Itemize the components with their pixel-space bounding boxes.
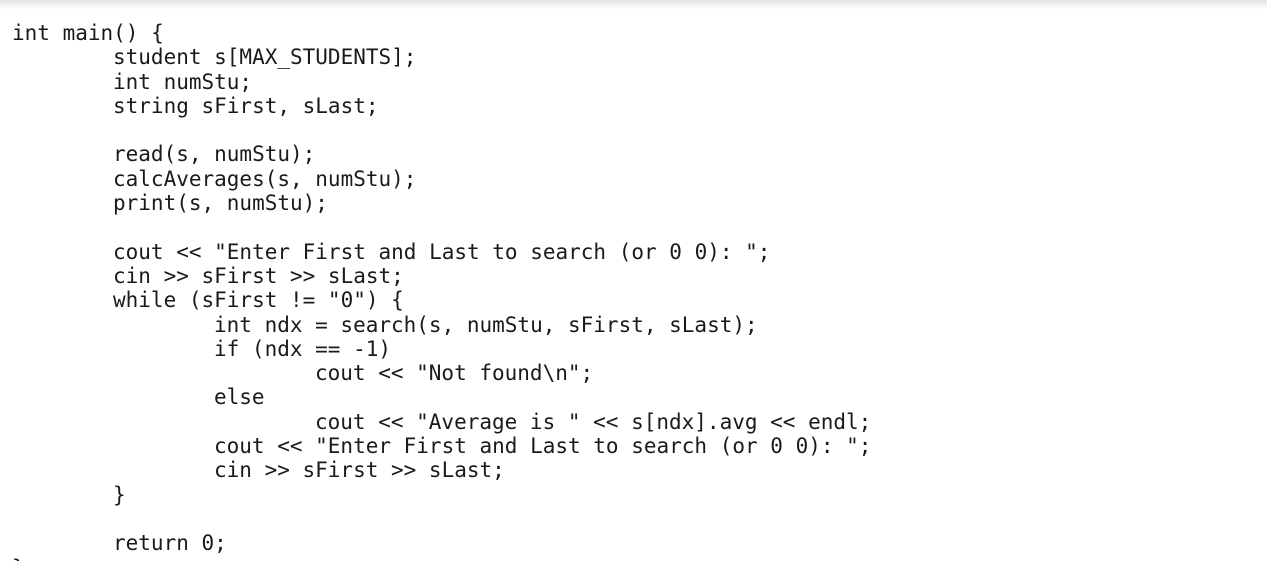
code-line-text: cout << "Average is " << s[ndx].avg << e… — [315, 409, 872, 434]
code-line: student s[MAX_STUDENTS]; — [0, 45, 1267, 69]
code-line-text: int main() { — [12, 21, 164, 45]
code-line: cin >> sFirst >> sLast; — [0, 458, 1267, 482]
code-line-text: } — [113, 482, 126, 507]
code-line-text: int numStu; — [113, 69, 253, 94]
code-line: cout << "Enter First and Last to search … — [0, 434, 1267, 458]
code-line-text: int ndx = search(s, numStu, sFirst, sLas… — [214, 312, 758, 337]
code-line: calcAverages(s, numStu); — [0, 167, 1267, 191]
code-viewer[interactable]: int main() {student s[MAX_STUDENTS]; int … — [0, 0, 1267, 561]
code-line: read(s, numStu); — [0, 142, 1267, 166]
code-listing[interactable]: int main() {student s[MAX_STUDENTS]; int … — [0, 0, 1267, 561]
code-line-text: string sFirst, sLast; — [113, 93, 379, 118]
code-line-text: else — [214, 385, 265, 410]
code-line: } — [0, 556, 1267, 561]
code-line: int main() { — [0, 21, 1267, 45]
code-line-text: while (sFirst != "0") { — [113, 288, 404, 313]
code-line: if (ndx == -1) — [0, 337, 1267, 361]
code-line-text: cin >> sFirst >> sLast; — [214, 458, 505, 483]
code-line-text: cout << "Not found\n"; — [315, 361, 594, 386]
code-line: return 0; — [0, 531, 1267, 555]
code-line-text: read(s, numStu); — [113, 142, 316, 167]
code-line-text: return 0; — [113, 531, 227, 556]
code-line-text: student s[MAX_STUDENTS]; — [113, 45, 417, 70]
code-line: string sFirst, sLast; — [0, 94, 1267, 118]
code-line-text: calcAverages(s, numStu); — [113, 166, 417, 191]
code-line: int numStu; — [0, 70, 1267, 94]
code-line-text: if (ndx == -1) — [214, 336, 392, 361]
code-line: cout << "Not found\n"; — [0, 361, 1267, 385]
code-line: cout << "Average is " << s[ndx].avg << e… — [0, 410, 1267, 434]
code-line: else — [0, 385, 1267, 409]
code-line-text: cin >> sFirst >> sLast; — [113, 263, 404, 288]
code-line: cin >> sFirst >> sLast; — [0, 264, 1267, 288]
code-line-text: cout << "Enter First and Last to search … — [113, 239, 771, 264]
code-line-text: } — [12, 556, 25, 561]
code-line: while (sFirst != "0") { — [0, 288, 1267, 312]
code-line: print(s, numStu); — [0, 191, 1267, 215]
code-line: } — [0, 483, 1267, 507]
code-line: cout << "Enter First and Last to search … — [0, 240, 1267, 264]
code-line-text: cout << "Enter First and Last to search … — [214, 434, 872, 459]
code-line-text: print(s, numStu); — [113, 191, 328, 216]
code-line: int ndx = search(s, numStu, sFirst, sLas… — [0, 313, 1267, 337]
